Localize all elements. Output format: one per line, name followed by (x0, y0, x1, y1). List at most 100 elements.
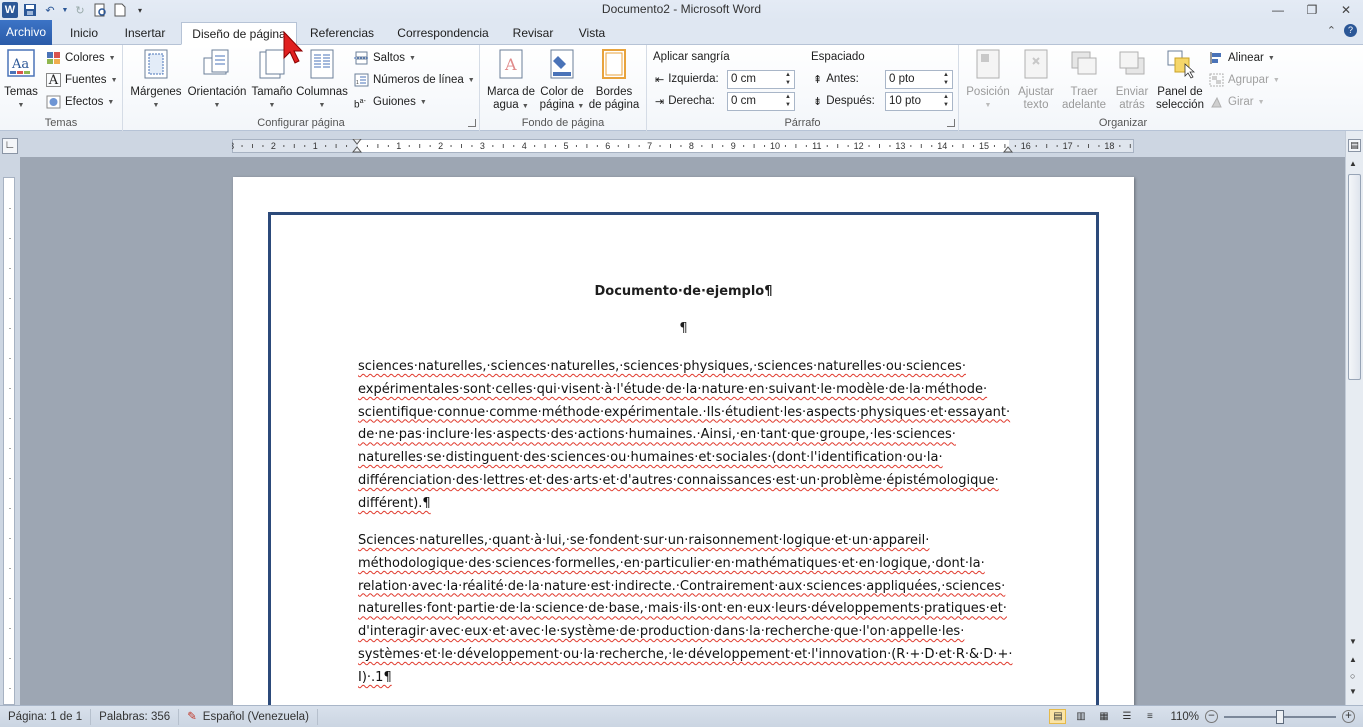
minimize-button[interactable]: — (1261, 0, 1295, 20)
bordes-de-pagina-button[interactable]: Bordes de página (586, 48, 642, 112)
print-preview-icon[interactable] (92, 2, 108, 18)
svg-text:Aa: Aa (11, 57, 29, 72)
page-count[interactable]: Página: 1 de 1 (0, 708, 92, 725)
tab-revisar[interactable]: Revisar (506, 22, 560, 45)
indent-left-input[interactable]: 0 cm ▲ ▼ (727, 69, 795, 89)
spacing-after-spinner[interactable]: ▲ ▼ (940, 93, 952, 110)
indent-marker[interactable] (351, 139, 363, 153)
zoom-level[interactable]: 110% (1170, 711, 1199, 723)
panel-de-seleccion-button[interactable]: Panel de selección (1155, 48, 1205, 112)
close-button[interactable]: ✕ (1329, 0, 1363, 20)
tab-correspondencia[interactable]: Correspondencia (390, 22, 496, 45)
zoom-slider-knob[interactable] (1276, 709, 1284, 724)
margenes-dropdown-icon: ▼ (152, 102, 160, 109)
spacing-after-value: 10 pto (889, 95, 921, 107)
ruler-number: 13 (895, 141, 905, 151)
efectos-label: Efectos (65, 96, 104, 108)
spacing-before-input[interactable]: 0 pto ▲ ▼ (885, 69, 953, 89)
paragraph-2[interactable]: Sciences·naturelles,·quant·à·lui,·se·fon… (358, 530, 1012, 690)
undo-dropdown-icon[interactable]: ▼ (62, 2, 69, 18)
orientacion-button[interactable]: Orientación ▼ (185, 48, 249, 112)
marca-label-2-text: agua (493, 99, 519, 111)
tab-vista[interactable]: Vista (570, 22, 614, 45)
indent-left-spinner[interactable]: ▲ ▼ (782, 71, 794, 88)
marca-de-agua-button[interactable]: A Marca de agua ▼ (484, 48, 538, 113)
outline-view-icon[interactable]: ☰ (1118, 709, 1135, 724)
spacing-after-input[interactable]: 10 pto ▲ ▼ (885, 91, 953, 111)
margenes-button[interactable]: Márgenes ▼ (127, 48, 185, 112)
full-screen-reading-icon[interactable]: ▥ (1072, 709, 1089, 724)
tab-inicio[interactable]: Inicio (60, 22, 108, 45)
configurar-dialog-launcher-icon[interactable] (468, 119, 476, 127)
agrupar-button[interactable]: Agrupar ▼ (1209, 70, 1280, 90)
vertical-ruler[interactable] (3, 177, 15, 705)
indent-right-icon: ⇥ (655, 95, 665, 108)
draft-view-icon[interactable]: ≡ (1141, 709, 1158, 724)
document-page[interactable]: Documento·de·ejemplo¶ ¶ sciences·naturel… (233, 177, 1134, 727)
window-title: Documento2 - Microsoft Word (601, 2, 762, 16)
temas-button[interactable]: Aa Temas ▼ (3, 48, 39, 112)
text-line: naturelles·font·partie·de·la·science·de·… (358, 601, 1007, 617)
ajustar-texto-button[interactable]: Ajustar texto (1013, 48, 1059, 112)
undo-icon[interactable]: ↶ (42, 2, 58, 18)
numeros-de-linea-button[interactable]: 1 Números de línea ▼ (354, 70, 475, 90)
tab-referencias[interactable]: Referencias (304, 22, 380, 45)
group-fondo-de-pagina: A Marca de agua ▼ Color de página ▼ Bord… (480, 45, 647, 131)
customize-qat-icon[interactable]: ▾ (132, 2, 148, 18)
indent-right-input[interactable]: 0 cm ▲ ▼ (727, 91, 795, 111)
next-page-icon[interactable]: ▼ (1349, 687, 1357, 696)
help-icon[interactable]: ? (1344, 24, 1357, 37)
restore-button[interactable]: ❐ (1295, 0, 1329, 20)
browse-object-icon[interactable]: ○ (1350, 671, 1355, 681)
word-app-icon[interactable]: W (2, 2, 18, 18)
ruler-toggle-icon[interactable]: ▤ (1348, 139, 1361, 152)
scroll-thumb[interactable] (1348, 174, 1361, 380)
vertical-scrollbar[interactable]: ▤ ▲ ▼ ▲ ○ ▼ (1345, 131, 1363, 705)
zoom-in-icon[interactable]: + (1342, 710, 1355, 723)
color-de-pagina-button[interactable]: Color de página ▼ (536, 48, 588, 113)
spacing-before-spinner[interactable]: ▲ ▼ (940, 71, 952, 88)
ribbon-right-controls: ⌃ ? (1327, 24, 1357, 37)
empty-paragraph[interactable]: ¶ (233, 321, 1134, 336)
saltos-button[interactable]: Saltos ▼ (354, 48, 416, 68)
posicion-button[interactable]: Posición ▼ (963, 48, 1013, 112)
redo-icon[interactable]: ↻ (72, 2, 88, 18)
print-layout-view-icon[interactable]: ▤ (1049, 709, 1067, 724)
fuentes-dropdown-icon: ▼ (110, 76, 118, 84)
horizontal-ruler[interactable]: 321123456789101112131415161718 (232, 139, 1134, 153)
ruler-number: 11 (812, 141, 821, 151)
guiones-button[interactable]: ba- Guiones ▼ (354, 92, 427, 112)
enviar-atras-button[interactable]: Enviar atrás (1109, 48, 1155, 112)
word-count[interactable]: Palabras: 356 (91, 708, 180, 725)
minimize-ribbon-icon[interactable]: ⌃ (1327, 24, 1336, 37)
girar-button[interactable]: Girar ▼ (1209, 92, 1265, 112)
guiones-dropdown-icon: ▼ (419, 98, 427, 106)
previous-page-icon[interactable]: ▲ (1349, 655, 1357, 664)
margins-icon (144, 49, 168, 79)
save-icon[interactable] (22, 2, 38, 18)
ruler-number: 17 (1063, 141, 1073, 151)
parrafo-dialog-launcher-icon[interactable] (947, 119, 955, 127)
colores-button[interactable]: Colores ▼ (46, 48, 116, 68)
zoom-slider[interactable] (1224, 709, 1336, 724)
tab-diseno-de-pagina[interactable]: Diseño de página (181, 22, 297, 45)
sangria-title: Aplicar sangría (653, 51, 730, 63)
fuentes-button[interactable]: A Fuentes ▼ (46, 70, 118, 90)
zoom-out-icon[interactable]: − (1205, 710, 1218, 723)
proofing-status[interactable]: ✎ Español (Venezuela) (179, 708, 318, 725)
traer-adelante-button[interactable]: Traer adelante (1059, 48, 1109, 112)
indent-left-label-wrap: ⇤ Izquierda: (655, 73, 727, 86)
tab-insertar[interactable]: Insertar (116, 22, 174, 45)
efectos-button[interactable]: Efectos ▼ (46, 92, 114, 112)
tab-archivo[interactable]: Archivo (0, 20, 52, 45)
web-layout-icon[interactable]: ▦ (1095, 709, 1112, 724)
group-icon (1209, 73, 1224, 87)
tab-selector-icon[interactable]: ∟ (2, 138, 18, 154)
scroll-down-icon[interactable]: ▼ (1349, 637, 1357, 646)
indent-right-spinner[interactable]: ▲ ▼ (782, 93, 794, 110)
new-document-icon[interactable] (112, 2, 128, 18)
alinear-button[interactable]: Alinear ▼ (1209, 48, 1275, 68)
document-title[interactable]: Documento·de·ejemplo¶ (233, 284, 1134, 299)
scroll-up-icon[interactable]: ▲ (1349, 159, 1357, 168)
paragraph-1[interactable]: sciences·naturelles,·sciences·naturelles… (358, 356, 1012, 516)
